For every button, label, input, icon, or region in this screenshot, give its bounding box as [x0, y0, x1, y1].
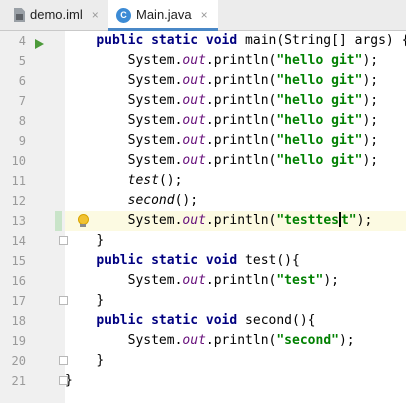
code-line: System.out.println("hello git");: [127, 93, 379, 108]
line-number: 4: [18, 34, 26, 48]
close-icon[interactable]: ×: [92, 8, 99, 22]
close-icon[interactable]: ×: [201, 8, 208, 22]
line-number: 7: [18, 94, 26, 108]
code-line: System.out.println("hello git");: [127, 73, 379, 88]
line-number: 6: [18, 74, 26, 88]
code-line: System.out.println("hello git");: [127, 113, 379, 128]
code-line: }: [96, 293, 105, 308]
code-line: }: [65, 373, 73, 388]
line-number: 14: [11, 234, 26, 248]
code-line: public static void main(String[] args) {: [96, 33, 406, 48]
code-line: System.out.println("test");: [127, 273, 339, 288]
line-number: 5: [18, 54, 26, 68]
line-number: 16: [11, 274, 26, 288]
tab-demo-iml[interactable]: demo.iml ×: [0, 0, 108, 30]
line-number: 15: [11, 254, 26, 268]
line-number: 17: [11, 294, 26, 308]
line-number: 19: [11, 334, 26, 348]
code-line: System.out.println("second");: [127, 333, 355, 348]
line-number: 9: [18, 134, 26, 148]
code-line: }: [96, 233, 105, 248]
code-line: System.out.println("hello git");: [127, 133, 379, 148]
editor-gutter[interactable]: 4 5 6 7 8 9 10 11 12 13 14 15 16 17 18 1…: [0, 31, 68, 403]
code-line: System.out.println("hello git");: [127, 153, 379, 168]
current-code-line: System.out.println("testtes t");: [65, 211, 406, 231]
code-line: public static void test(){: [96, 253, 300, 268]
tab-label: Main.java: [136, 7, 192, 22]
code-line: }: [96, 353, 105, 368]
line-number: 10: [11, 154, 26, 168]
lightbulb-icon[interactable]: [78, 214, 89, 227]
code-editor[interactable]: public static void main(String[] args) {…: [65, 31, 406, 403]
java-class-icon: C: [116, 7, 131, 23]
vcs-change-marker[interactable]: [55, 211, 62, 231]
line-number: 21: [11, 374, 26, 388]
line-number: 11: [11, 174, 26, 188]
code-line: System.out.println("hello git");: [127, 53, 379, 68]
line-number: 20: [11, 354, 26, 368]
line-number: 13: [11, 214, 26, 228]
code-line: public static void second(){: [96, 313, 316, 328]
line-number: 12: [11, 194, 26, 208]
line-number: 8: [18, 114, 26, 128]
code-line: test();: [127, 173, 183, 188]
tab-label: demo.iml: [30, 7, 83, 22]
run-main-icon[interactable]: [35, 39, 44, 49]
code-line: second();: [127, 193, 199, 208]
iml-file-icon: [14, 8, 25, 22]
editor-tab-bar: demo.iml × C Main.java ×: [0, 0, 406, 31]
line-numbers: 4 5 6 7 8 9 10 11 12 13 14 15 16 17 18 1…: [0, 31, 26, 391]
tab-main-java[interactable]: C Main.java ×: [108, 0, 218, 31]
line-number: 18: [11, 314, 26, 328]
